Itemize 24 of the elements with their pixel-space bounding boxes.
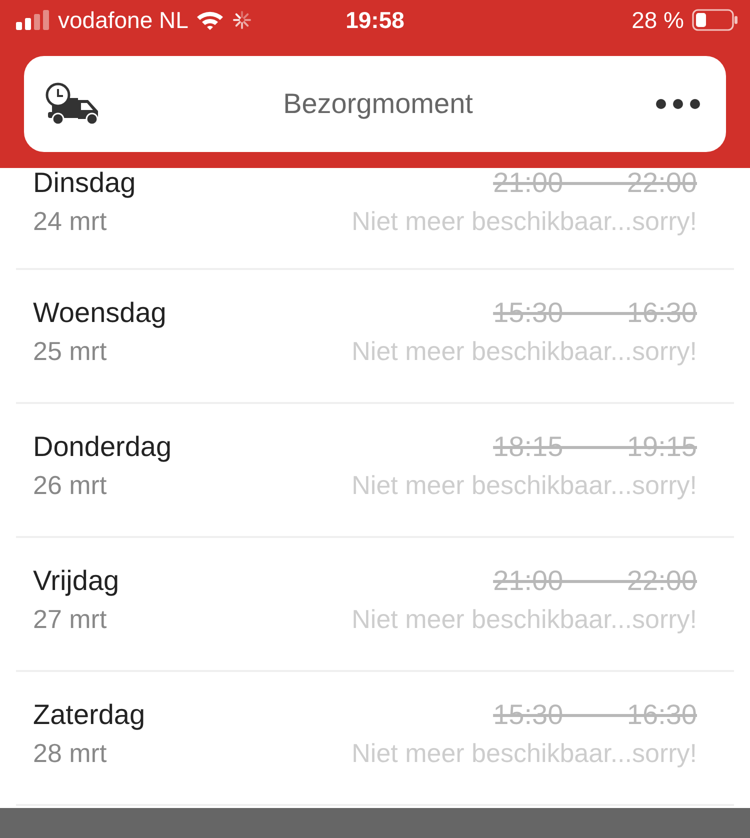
battery-percentage: 28 % — [632, 6, 684, 34]
day-label: Dinsdag — [33, 168, 136, 198]
spinner-icon — [232, 10, 252, 30]
date-label: 25 mrt — [33, 336, 108, 366]
time-slot: 18:15 19:15 — [493, 432, 697, 462]
time-slot: 15:30 16:30 — [493, 700, 697, 730]
time-slot: 21:00 22:00 — [493, 566, 697, 596]
page-title: Bezorgmoment — [283, 88, 473, 120]
signal-icon — [16, 10, 50, 30]
time-slot: 21:00 22:00 — [493, 168, 697, 198]
date-label: 26 mrt — [33, 470, 108, 500]
day-label: Donderdag — [33, 432, 172, 462]
date-label: 27 mrt — [33, 604, 108, 634]
date-label: 28 mrt — [33, 738, 108, 768]
day-label: Zaterdag — [33, 700, 146, 730]
day-label: Woensdag — [33, 298, 166, 328]
battery-icon — [692, 9, 738, 31]
more-icon — [656, 99, 700, 109]
date-label: 24 mrt — [33, 206, 108, 236]
clock-time: 19:58 — [346, 6, 404, 34]
carrier-name: vodafone NL — [58, 6, 188, 34]
day-label: Vrijdag — [33, 566, 120, 596]
wifi-icon — [196, 10, 224, 30]
time-slot: 15:30 16:30 — [493, 298, 697, 328]
